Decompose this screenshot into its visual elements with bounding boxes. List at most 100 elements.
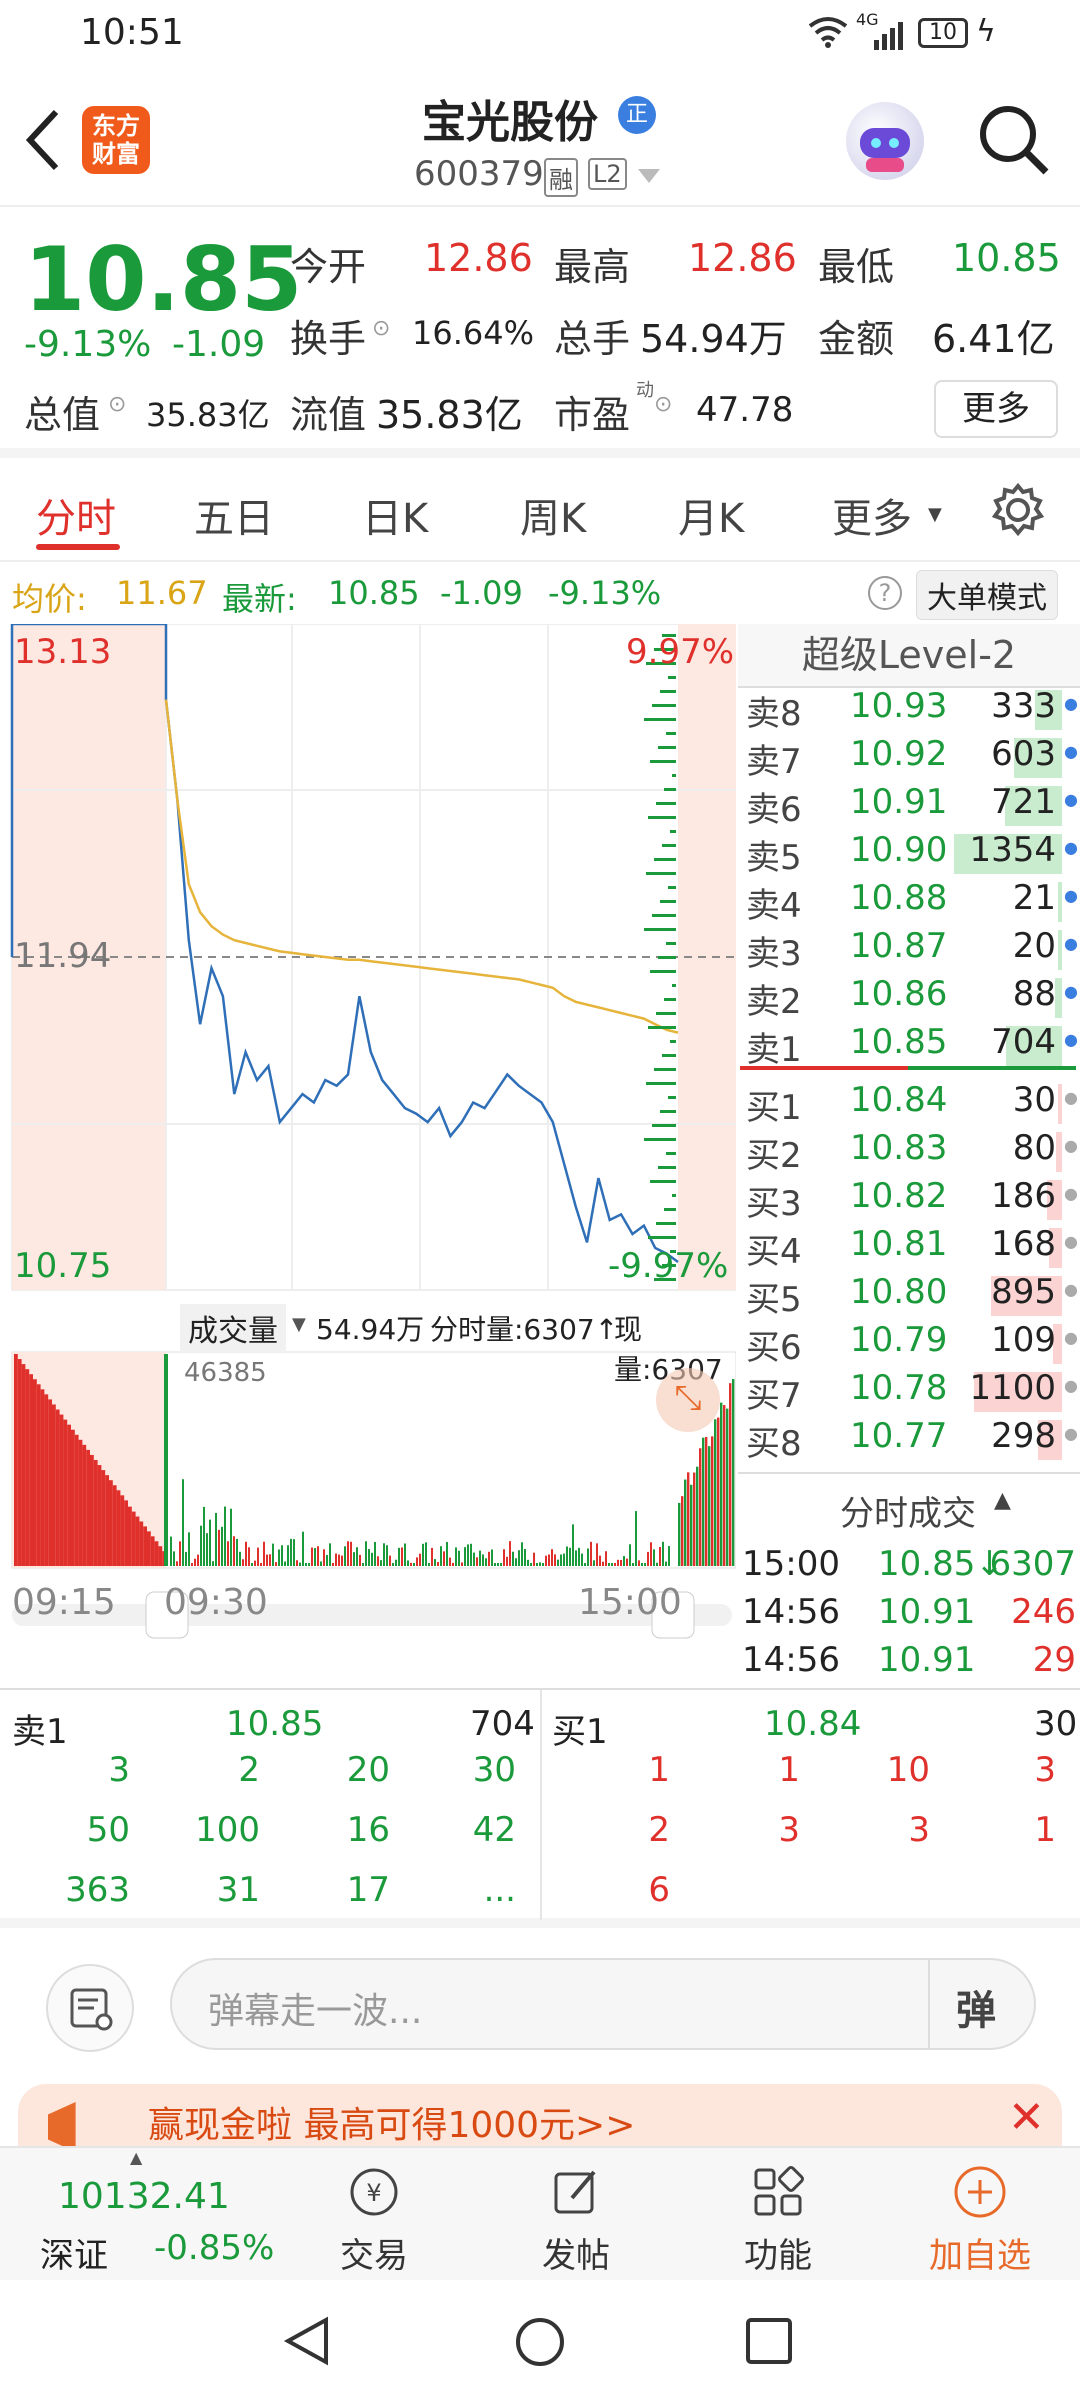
tick-row: 15:00 10.85↓ 6307 bbox=[738, 1544, 1080, 1592]
chevron-up-icon[interactable]: ▲ bbox=[994, 1488, 1011, 1513]
queue-item: 3 bbox=[908, 1810, 930, 1850]
level2-title[interactable]: 超级Level-2 bbox=[738, 624, 1080, 688]
bid-row[interactable]: 买7 10.78 1100 ● bbox=[738, 1368, 1080, 1416]
volume-bar bbox=[587, 1548, 589, 1566]
volume-bar bbox=[302, 1531, 304, 1566]
danmu-input[interactable]: 弹幕走一波... 弹 bbox=[170, 1958, 1036, 2050]
ask-row[interactable]: 卖7 10.92 603 ● bbox=[738, 734, 1080, 782]
more-button[interactable]: 更多 bbox=[934, 380, 1058, 438]
volume-bar bbox=[308, 1563, 310, 1566]
gear-icon[interactable] bbox=[990, 482, 1046, 542]
volume-bar bbox=[491, 1549, 493, 1566]
volume-selector[interactable]: 成交量 bbox=[180, 1304, 286, 1352]
dot-icon: ● bbox=[1064, 790, 1078, 809]
buy1-label: 买1 bbox=[552, 1712, 608, 1752]
ask-volume: 721 bbox=[991, 782, 1056, 822]
chart-svg[interactable] bbox=[0, 624, 736, 1684]
volume-bar bbox=[263, 1541, 265, 1566]
tab-intraday[interactable]: 分时 bbox=[36, 486, 116, 544]
nav-trade[interactable]: ¥ 交易 bbox=[304, 2162, 444, 2277]
volume-bar bbox=[614, 1563, 616, 1566]
bid-row[interactable]: 买2 10.83 80 ● bbox=[738, 1128, 1080, 1176]
help-icon[interactable]: ? bbox=[868, 576, 902, 610]
edit-icon bbox=[554, 2170, 596, 2214]
auction-volume-bar bbox=[44, 1394, 49, 1566]
volume-bar bbox=[350, 1541, 352, 1566]
info-icon[interactable]: ⊙ bbox=[108, 392, 126, 417]
robot-avatar-icon[interactable] bbox=[846, 102, 924, 180]
bid-volume: 30 bbox=[1012, 1080, 1056, 1120]
open-value: 12.86 bbox=[424, 236, 533, 280]
home-nav-icon[interactable] bbox=[514, 2316, 566, 2372]
queue-item: ... bbox=[483, 1870, 516, 1910]
price-distribution-bar bbox=[644, 928, 676, 931]
avg-value: 11.67 bbox=[116, 574, 208, 612]
back-nav-icon[interactable] bbox=[282, 2316, 332, 2370]
ask-row[interactable]: 卖3 10.87 20 ● bbox=[738, 926, 1080, 974]
bid-label: 买6 bbox=[746, 1328, 802, 1368]
volume-bar bbox=[392, 1563, 394, 1566]
ask-row[interactable]: 卖1 10.85 704 ● bbox=[738, 1022, 1080, 1070]
volume-bar bbox=[335, 1553, 337, 1566]
ask-label: 卖7 bbox=[746, 742, 802, 782]
expand-icon[interactable]: ⤡ bbox=[656, 1368, 720, 1432]
chevron-down-icon[interactable] bbox=[638, 168, 660, 187]
search-icon[interactable] bbox=[976, 102, 1052, 182]
price-distribution-bar bbox=[668, 1096, 676, 1099]
close-icon[interactable]: ✕ bbox=[1008, 2092, 1045, 2143]
recents-nav-icon[interactable] bbox=[744, 2316, 794, 2370]
volume-bar bbox=[218, 1529, 220, 1566]
volume-bar bbox=[485, 1558, 487, 1566]
ask-label: 卖1 bbox=[746, 1030, 802, 1070]
ask-row[interactable]: 卖6 10.91 721 ● bbox=[738, 782, 1080, 830]
nav-functions[interactable]: 功能 bbox=[708, 2162, 848, 2277]
intraday-chart[interactable]: 13.13 11.94 10.75 9.97% -9.97% 成交量 ▼ 54.… bbox=[0, 624, 736, 1684]
bid-row[interactable]: 买5 10.80 895 ● bbox=[738, 1272, 1080, 1320]
bid-row[interactable]: 买8 10.77 298 ● bbox=[738, 1416, 1080, 1464]
price-distribution-bar bbox=[664, 1208, 676, 1211]
close-volume-bar bbox=[720, 1402, 723, 1566]
turnover-label: 换手 bbox=[290, 317, 367, 361]
volume-bar bbox=[371, 1552, 373, 1566]
tab-more[interactable]: 更多 bbox=[832, 486, 912, 544]
auction-volume-bar bbox=[154, 1541, 159, 1566]
bid-label: 买3 bbox=[746, 1184, 802, 1224]
bid-row[interactable]: 买1 10.84 30 ● bbox=[738, 1080, 1080, 1128]
info-icon[interactable]: ⊙ bbox=[372, 316, 390, 341]
tab-daily-k[interactable]: 日K bbox=[362, 486, 428, 544]
index-name[interactable]: 深证 bbox=[40, 2228, 108, 2277]
sell1-volume: 704 bbox=[470, 1704, 535, 1744]
ask-row[interactable]: 卖2 10.86 88 ● bbox=[738, 974, 1080, 1022]
volume-bar bbox=[173, 1551, 175, 1566]
close-volume-bar bbox=[690, 1484, 693, 1566]
queue-item: 10 bbox=[886, 1750, 930, 1790]
index-value[interactable]: 10132.41 bbox=[58, 2176, 230, 2217]
volume-bar bbox=[524, 1548, 526, 1566]
bid-row[interactable]: 买3 10.82 186 ● bbox=[738, 1176, 1080, 1224]
ask-row[interactable]: 卖5 10.90 1354 ● bbox=[738, 830, 1080, 878]
info-icon[interactable]: ⊙ bbox=[654, 392, 672, 417]
note-icon[interactable] bbox=[46, 1964, 134, 2052]
ask-row[interactable]: 卖8 10.93 333 ● bbox=[738, 686, 1080, 734]
bid-row[interactable]: 买4 10.81 168 ● bbox=[738, 1224, 1080, 1272]
index-change[interactable]: -0.85% bbox=[154, 2228, 274, 2268]
tab-5day[interactable]: 五日 bbox=[194, 486, 274, 544]
ask-row[interactable]: 卖4 10.88 21 ● bbox=[738, 878, 1080, 926]
tab-monthly-k[interactable]: 月K bbox=[678, 486, 744, 544]
big-order-mode-button[interactable]: 大单模式 bbox=[916, 570, 1058, 620]
pe-sup: 动 bbox=[636, 380, 654, 401]
volume-bar bbox=[599, 1555, 601, 1566]
chevron-down-icon[interactable]: ▼ bbox=[292, 1314, 306, 1335]
nav-add-watchlist[interactable]: 加自选 bbox=[910, 2162, 1050, 2277]
bid-row[interactable]: 买6 10.79 109 ● bbox=[738, 1320, 1080, 1368]
time-label-open: 09:30 bbox=[164, 1582, 268, 1623]
back-icon[interactable] bbox=[22, 108, 62, 176]
bid-price: 10.80 bbox=[850, 1272, 948, 1312]
bid-volume: 186 bbox=[991, 1176, 1056, 1216]
nav-post[interactable]: 发帖 bbox=[506, 2162, 646, 2277]
danmu-toggle-icon[interactable]: 弹 bbox=[956, 1978, 996, 2036]
tab-weekly-k[interactable]: 周K bbox=[520, 486, 586, 544]
ticks-title[interactable]: 分时成交 bbox=[840, 1486, 976, 1535]
promo-banner[interactable]: 赢现金啦 最高可得1000元>> ✕ bbox=[18, 2084, 1062, 2154]
volume-bar bbox=[617, 1559, 619, 1566]
